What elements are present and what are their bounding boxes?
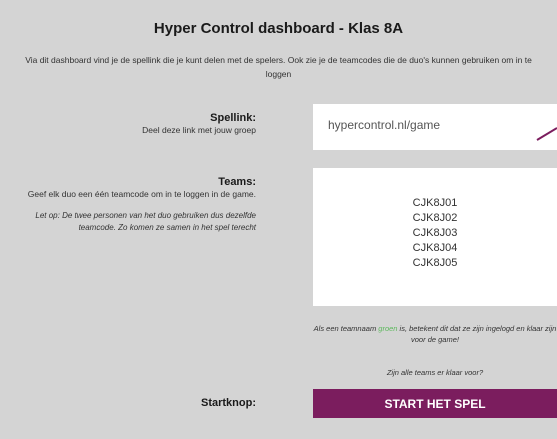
intro-text: Via dit dashboard vind je de spellink di… xyxy=(25,55,532,79)
spellink-url[interactable]: hypercontrol.nl/game xyxy=(328,118,440,132)
spellink-box: hypercontrol.nl/game xyxy=(313,104,557,150)
start-game-button[interactable]: START HET SPEL xyxy=(313,389,557,418)
start-label: Startknop: xyxy=(201,397,256,409)
status-info-part1: Als een teamnaam xyxy=(313,324,379,333)
team-codes-list: CJK8J01 CJK8J02 CJK8J03 CJK8J04 CJK8J05 xyxy=(313,196,557,271)
status-info-part2: is, betekent dit dat ze zijn ingelogd en… xyxy=(397,324,557,344)
spellink-label: Spellink: xyxy=(210,112,256,124)
teams-note: Let op: De twee personen van het duo geb… xyxy=(35,211,256,232)
team-codes-box: CJK8J01 CJK8J02 CJK8J03 CJK8J04 CJK8J05 xyxy=(313,168,557,306)
status-info: Als een teamnaam groen is, betekent dit … xyxy=(313,323,557,345)
team-code: CJK8J04 xyxy=(412,242,458,254)
status-green-word: groen xyxy=(378,324,398,333)
teams-subtext: Geef elk duo een één teamcode om in te l… xyxy=(27,189,256,199)
teams-label: Teams: xyxy=(218,176,256,188)
team-code: CJK8J01 xyxy=(412,197,458,209)
team-code: CJK8J05 xyxy=(412,257,458,269)
page-title: Hyper Control dashboard - Klas 8A xyxy=(153,20,404,37)
pointer-arrow-icon xyxy=(536,127,557,141)
teams-label-group: Teams: Geef elk duo een één teamcode om … xyxy=(20,176,256,234)
team-code: CJK8J02 xyxy=(412,212,458,224)
spellink-label-group: Spellink: Deel deze link met jouw groep xyxy=(142,112,256,136)
ready-question: Zijn alle teams er klaar voor? xyxy=(386,368,484,377)
team-code: CJK8J03 xyxy=(412,227,458,239)
spellink-subtext: Deel deze link met jouw groep xyxy=(142,125,256,135)
